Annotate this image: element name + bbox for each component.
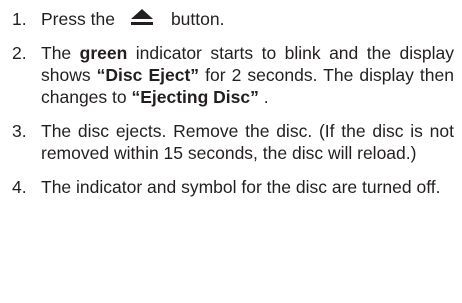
step-text: The indicator and symbol for the disc ar… <box>41 177 441 197</box>
steps-list: 1. Press the button. 2. The green indicat… <box>12 8 454 198</box>
step-number: 4. <box>12 177 27 197</box>
eject-icon <box>129 8 155 26</box>
indicator-color: green <box>79 43 128 63</box>
display-message-ejecting-disc: “Ejecting Disc” <box>131 87 259 107</box>
instruction-document: 1. Press the button. 2. The green indicat… <box>0 0 462 303</box>
step-4: 4. The indicator and symbol for the disc… <box>12 176 454 198</box>
step-number: 3. <box>12 121 27 141</box>
step-3: 3. The disc ejects. Remove the disc. (If… <box>12 120 454 164</box>
step-number: 2. <box>12 43 27 63</box>
step-2: 2. The green indicator starts to blink a… <box>12 42 454 108</box>
step-number: 1. <box>12 9 27 29</box>
display-message-disc-eject: “Disc Eject” <box>96 65 200 85</box>
step-text: Press the button. <box>41 9 224 29</box>
step-1-text-after: button. <box>170 9 225 29</box>
step-2-text-1: The <box>41 43 80 63</box>
step-text: The disc ejects. Remove the disc. (If th… <box>41 121 454 163</box>
step-1-text-before: Press the <box>41 9 115 29</box>
step-1: 1. Press the button. <box>12 8 454 30</box>
step-2-text-4: . <box>258 87 269 107</box>
step-text: The green indicator starts to blink and … <box>41 43 454 107</box>
